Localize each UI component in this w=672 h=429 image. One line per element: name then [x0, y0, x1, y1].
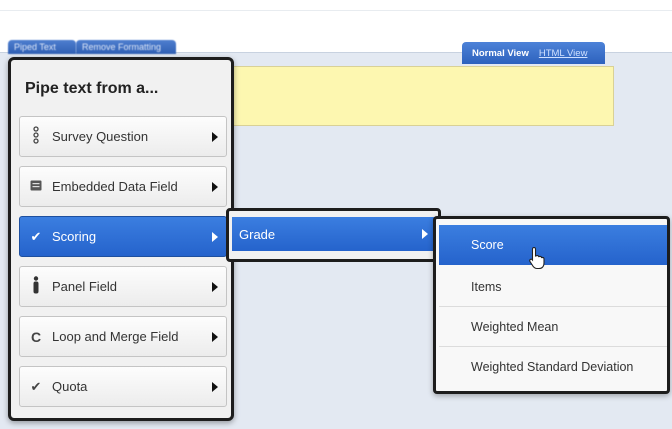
- menu-item-label: Quota: [52, 379, 88, 394]
- menu-item-survey-question[interactable]: Survey Question: [19, 116, 227, 157]
- menu-item-label: Scoring: [52, 229, 97, 244]
- submenu-item-grade[interactable]: Grade: [232, 217, 436, 251]
- submenu-item-label: Grade: [239, 226, 276, 242]
- piped-text-tab[interactable]: Piped Text: [8, 40, 76, 54]
- menu-item-scoring[interactable]: ✔ Scoring: [19, 216, 227, 257]
- pipe-text-menu: Pipe text from a... Survey Question Embe…: [8, 57, 234, 421]
- menu-item-panel-field[interactable]: Panel Field: [19, 266, 227, 307]
- normal-view-tab[interactable]: Normal View: [472, 48, 529, 59]
- scoring-submenu: Grade: [226, 208, 441, 262]
- submenu-item-score[interactable]: Score: [439, 225, 667, 265]
- person-icon: [29, 276, 43, 297]
- menu-item-label: Loop and Merge Field: [52, 329, 179, 344]
- top-divider: [0, 10, 672, 11]
- chevron-right-icon: [422, 229, 428, 239]
- chevron-right-icon: [212, 281, 218, 292]
- chevron-right-icon: [212, 331, 218, 342]
- chevron-right-icon: [212, 381, 218, 392]
- hand-cursor-icon: [529, 246, 545, 270]
- menu-item-label: Panel Field: [52, 279, 118, 294]
- checkmark-icon: ✔: [30, 378, 42, 394]
- menu-title: Pipe text from a...: [25, 80, 159, 97]
- menu-item-quota[interactable]: ✔ Quota: [19, 366, 227, 407]
- menu-item-label: Embedded Data Field: [52, 179, 178, 194]
- submenu-item-weighted-standard-deviation[interactable]: Weighted Standard Deviation: [439, 347, 667, 387]
- embedded-data-icon: [29, 179, 43, 194]
- chevron-right-icon: [212, 181, 218, 192]
- submenu-item-weighted-mean[interactable]: Weighted Mean: [439, 307, 667, 347]
- menu-item-loop-and-merge-field[interactable]: C Loop and Merge Field: [19, 316, 227, 357]
- html-view-link[interactable]: HTML View: [539, 48, 588, 59]
- chevron-right-icon: [212, 131, 218, 142]
- loop-icon: C: [30, 328, 42, 345]
- text-editor-area[interactable]: [232, 66, 614, 126]
- menu-item-label: Survey Question: [52, 129, 149, 144]
- view-toggle: Normal View HTML View: [462, 42, 605, 64]
- remove-formatting-tab[interactable]: Remove Formatting: [76, 40, 176, 54]
- grade-submenu: Score Items Weighted Mean Weighted Stand…: [433, 216, 670, 394]
- chevron-right-icon: [212, 231, 218, 242]
- submenu-item-items[interactable]: Items: [439, 267, 667, 307]
- survey-question-icon: [29, 126, 43, 147]
- checkmark-icon: ✔: [30, 228, 42, 244]
- menu-item-embedded-data-field[interactable]: Embedded Data Field: [19, 166, 227, 207]
